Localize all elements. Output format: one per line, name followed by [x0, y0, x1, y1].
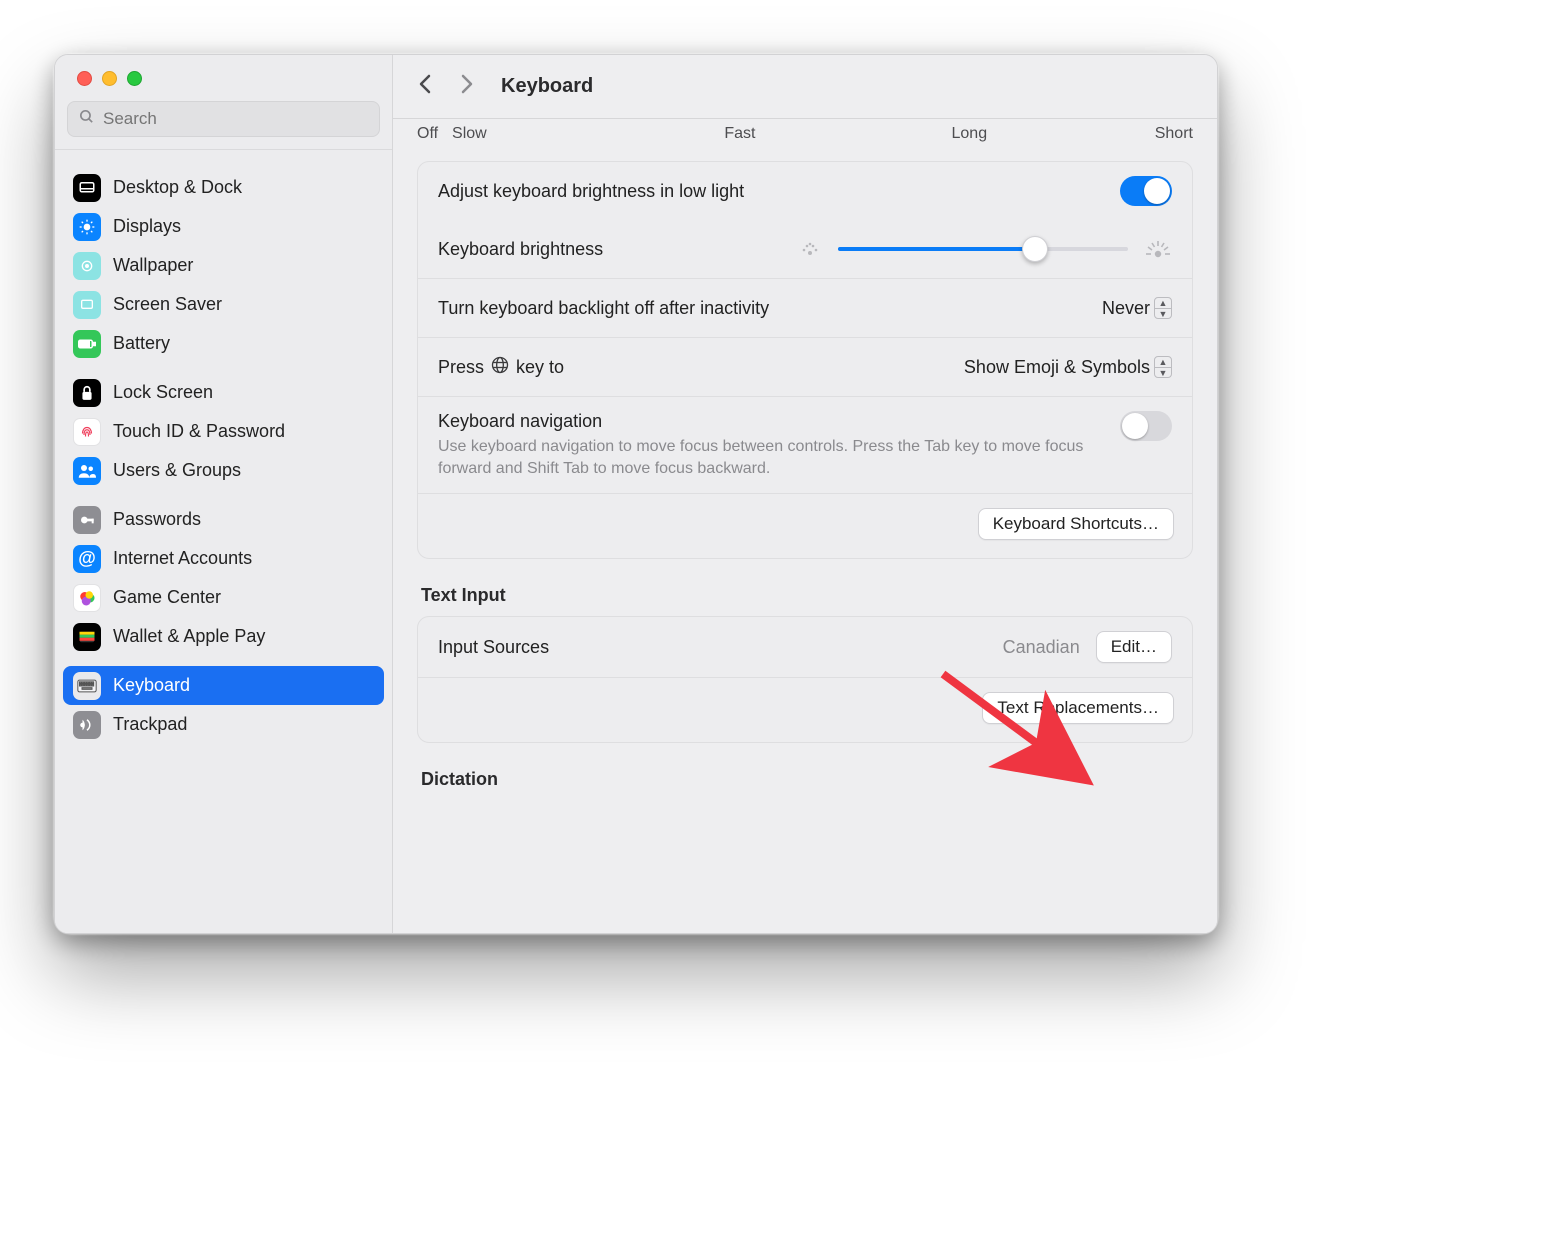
row-adjust-low-light: Adjust keyboard brightness in low light — [418, 162, 1192, 220]
screen-saver-icon — [73, 291, 101, 319]
sidebar-item-keyboard[interactable]: Keyboard — [63, 666, 384, 705]
keyboard-brightness-label: Keyboard brightness — [438, 239, 782, 260]
desktop-dock-icon — [73, 174, 101, 202]
tick-off: Off — [417, 125, 438, 143]
keyboard-brightness-slider[interactable] — [838, 247, 1128, 251]
brightness-high-icon — [1144, 239, 1172, 259]
backlight-off-value: Never — [1102, 298, 1150, 319]
keyboard-settings-panel: Adjust keyboard brightness in low light … — [417, 161, 1193, 559]
lock-screen-icon — [73, 379, 101, 407]
keyboard-navigation-label: Keyboard navigation — [438, 411, 1104, 432]
press-globe-value: Show Emoji & Symbols — [964, 357, 1150, 378]
touch-id-icon — [73, 418, 101, 446]
adjust-low-light-toggle[interactable] — [1120, 176, 1172, 206]
users-groups-icon — [73, 457, 101, 485]
search-input[interactable] — [103, 109, 369, 129]
sidebar-item-trackpad[interactable]: Trackpad — [63, 705, 384, 744]
stepper-icon: ▲▼ — [1154, 297, 1172, 319]
globe-icon — [490, 355, 510, 380]
internet-accounts-icon: @ — [73, 545, 101, 573]
close-window-button[interactable] — [77, 71, 92, 86]
press-globe-popup[interactable]: Show Emoji & Symbols ▲▼ — [964, 356, 1172, 378]
wallpaper-icon — [73, 252, 101, 280]
sidebar-item-label: Displays — [113, 216, 181, 237]
sidebar-item-passwords[interactable]: Passwords — [63, 500, 384, 539]
row-keyboard-navigation: Keyboard navigation Use keyboard navigat… — [418, 397, 1192, 493]
main-pane: Keyboard Off Slow Fast Long Short — [393, 55, 1217, 933]
sidebar-item-displays[interactable]: Displays — [63, 207, 384, 246]
dictation-heading: Dictation — [421, 769, 1189, 790]
adjust-low-light-label: Adjust keyboard brightness in low light — [438, 181, 1104, 202]
text-input-panel: Input Sources Canadian Edit… Text Replac… — [417, 616, 1193, 743]
window-controls — [55, 55, 392, 101]
text-input-heading: Text Input — [421, 585, 1189, 606]
sidebar-item-label: Screen Saver — [113, 294, 222, 315]
forward-button[interactable] — [459, 73, 483, 101]
sidebar-item-label: Lock Screen — [113, 382, 213, 403]
sidebar-item-touch-id[interactable]: Touch ID & Password — [63, 412, 384, 451]
sidebar-item-label: Wallet & Apple Pay — [113, 626, 265, 647]
keyboard-shortcuts-button[interactable]: Keyboard Shortcuts… — [978, 508, 1174, 540]
wallet-icon — [73, 623, 101, 651]
page-title: Keyboard — [501, 75, 593, 98]
row-keyboard-brightness: Keyboard brightness — [418, 220, 1192, 278]
search-icon — [78, 108, 95, 130]
displays-icon — [73, 213, 101, 241]
sidebar: Desktop & Dock Displays Wallpaper Screen… — [55, 55, 393, 933]
keyboard-navigation-toggle[interactable] — [1120, 411, 1172, 441]
brightness-low-icon — [798, 240, 822, 258]
settings-window: Desktop & Dock Displays Wallpaper Screen… — [54, 54, 1218, 934]
edit-input-sources-button[interactable]: Edit… — [1096, 631, 1172, 663]
backlight-off-popup[interactable]: Never ▲▼ — [1102, 297, 1172, 319]
sidebar-item-label: Internet Accounts — [113, 548, 252, 569]
sidebar-item-label: Trackpad — [113, 714, 187, 735]
sidebar-item-label: Desktop & Dock — [113, 177, 242, 198]
minimize-window-button[interactable] — [102, 71, 117, 86]
sidebar-list[interactable]: Desktop & Dock Displays Wallpaper Screen… — [55, 149, 392, 933]
sidebar-item-battery[interactable]: Battery — [63, 324, 384, 363]
stepper-icon: ▲▼ — [1154, 356, 1172, 378]
row-backlight-off: Turn keyboard backlight off after inacti… — [418, 279, 1192, 337]
search-field[interactable] — [67, 101, 380, 137]
game-center-icon — [73, 584, 101, 612]
slider-tick-labels: Off Slow Fast Long Short — [417, 125, 1193, 143]
tick-slow: Slow — [452, 125, 487, 143]
sidebar-item-internet-accounts[interactable]: @ Internet Accounts — [63, 539, 384, 578]
tick-short: Short — [1155, 125, 1193, 143]
backlight-off-label: Turn keyboard backlight off after inacti… — [438, 298, 1086, 319]
content-area[interactable]: Off Slow Fast Long Short Adjust keyboard… — [393, 119, 1217, 933]
sidebar-item-label: Battery — [113, 333, 170, 354]
row-press-globe: Press key to Show Emoji & Symbols ▲▼ — [418, 338, 1192, 396]
back-button[interactable] — [417, 73, 441, 101]
trackpad-icon — [73, 711, 101, 739]
sidebar-item-label: Wallpaper — [113, 255, 193, 276]
sidebar-item-game-center[interactable]: Game Center — [63, 578, 384, 617]
sidebar-item-label: Game Center — [113, 587, 221, 608]
input-sources-value: Canadian — [1003, 637, 1080, 658]
press-globe-suffix: key to — [516, 357, 564, 378]
sidebar-item-screen-saver[interactable]: Screen Saver — [63, 285, 384, 324]
sidebar-item-label: Users & Groups — [113, 460, 241, 481]
text-replacements-button[interactable]: Text Replacements… — [982, 692, 1174, 724]
titlebar: Keyboard — [393, 55, 1217, 119]
press-globe-prefix: Press — [438, 357, 484, 378]
passwords-icon — [73, 506, 101, 534]
sidebar-item-users-groups[interactable]: Users & Groups — [63, 451, 384, 490]
keyboard-icon — [73, 672, 101, 700]
battery-icon — [73, 330, 101, 358]
sidebar-item-label: Keyboard — [113, 675, 190, 696]
row-input-sources: Input Sources Canadian Edit… — [418, 617, 1192, 677]
sidebar-item-wallpaper[interactable]: Wallpaper — [63, 246, 384, 285]
zoom-window-button[interactable] — [127, 71, 142, 86]
input-sources-label: Input Sources — [438, 637, 987, 658]
sidebar-item-lock-screen[interactable]: Lock Screen — [63, 373, 384, 412]
keyboard-navigation-desc: Use keyboard navigation to move focus be… — [438, 436, 1104, 479]
tick-fast: Fast — [724, 125, 755, 143]
sidebar-item-label: Touch ID & Password — [113, 421, 285, 442]
sidebar-item-label: Passwords — [113, 509, 201, 530]
sidebar-item-desktop-dock[interactable]: Desktop & Dock — [63, 168, 384, 207]
sidebar-item-wallet[interactable]: Wallet & Apple Pay — [63, 617, 384, 656]
tick-long: Long — [952, 125, 988, 143]
